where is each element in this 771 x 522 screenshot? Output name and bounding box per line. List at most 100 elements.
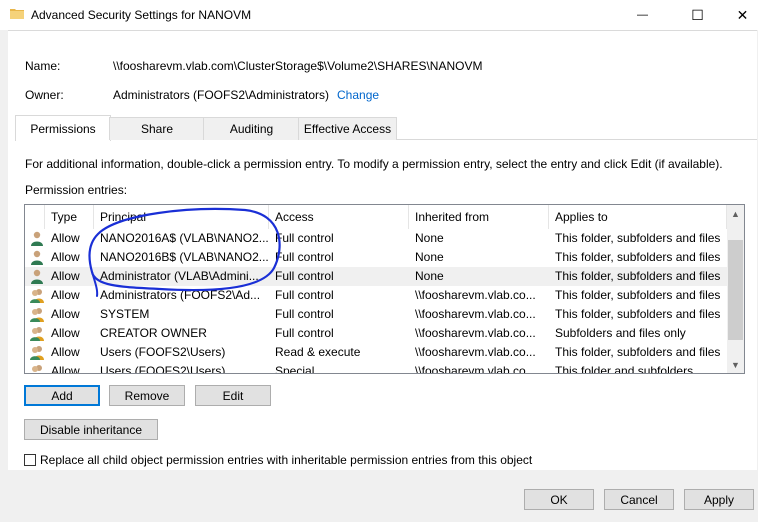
apply-button[interactable]: Apply bbox=[684, 489, 754, 510]
group-icon bbox=[32, 365, 42, 372]
tab-effective-access[interactable]: Effective Access bbox=[298, 117, 397, 140]
cell-access: Full control bbox=[275, 250, 334, 264]
tab-auditing[interactable]: Auditing bbox=[203, 117, 300, 140]
cell-access: Full control bbox=[275, 231, 334, 245]
disable-inheritance-button[interactable]: Disable inheritance bbox=[24, 419, 158, 440]
cell-inherited: None bbox=[415, 269, 444, 283]
cell-inherited: \\foosharevm.vlab.co... bbox=[415, 345, 536, 359]
window-title: Advanced Security Settings for NANOVM bbox=[31, 8, 252, 22]
scroll-up-icon[interactable]: ▲ bbox=[727, 205, 744, 222]
cell-type: Allow bbox=[51, 269, 80, 283]
table-row[interactable]: Allow NANO2016A$ (VLAB\NANO2... Full contr… bbox=[25, 229, 727, 248]
cell-principal: SYSTEM bbox=[100, 307, 150, 321]
name-label: Name: bbox=[25, 59, 61, 73]
permission-entries-list[interactable]: Type Principal Access Inherited from App… bbox=[24, 204, 745, 374]
background-window-edge bbox=[758, 0, 771, 522]
replace-child-permissions-label[interactable]: Replace all child object permission entr… bbox=[40, 453, 532, 467]
cell-applies: This folder and subfolders bbox=[555, 364, 694, 374]
dialog-footer: OK Cancel Apply bbox=[0, 470, 758, 522]
user-icon bbox=[31, 250, 43, 265]
group-icon bbox=[30, 327, 44, 341]
advanced-security-window: Advanced Security Settings for NANOVM — … bbox=[0, 0, 759, 522]
cell-access: Full control bbox=[275, 326, 334, 340]
cell-inherited: \\foosharevm.vlab.co... bbox=[415, 307, 536, 321]
cell-inherited: \\foosharevm.vlab.co... bbox=[415, 364, 536, 374]
tab-auditing-label: Auditing bbox=[229, 122, 274, 136]
cell-applies: This folder, subfolders and files bbox=[555, 307, 721, 321]
table-row[interactable]: Allow NANO2016B$ (VLAB\NANO2... Full contr… bbox=[25, 248, 727, 267]
tab-share[interactable]: Share bbox=[109, 117, 205, 140]
cell-applies: This folder, subfolders and files bbox=[555, 231, 721, 245]
cell-type: Allow bbox=[51, 326, 80, 340]
cell-type: Allow bbox=[51, 364, 80, 374]
cell-access: Full control bbox=[275, 307, 334, 321]
table-row[interactable]: Allow SYSTEM Full control \\foosharevm.vlab… bbox=[25, 305, 727, 324]
cell-type: Allow bbox=[51, 307, 80, 321]
cell-applies: This folder, subfolders and files bbox=[555, 250, 721, 264]
cell-inherited: None bbox=[415, 250, 444, 264]
ok-button[interactable]: OK bbox=[524, 489, 594, 510]
cell-type: Allow bbox=[51, 288, 80, 302]
table-row[interactable]: Allow Users (FOOFS2\Users) Read & execute \… bbox=[25, 343, 727, 362]
change-owner-link[interactable]: Change bbox=[337, 88, 379, 102]
tab-permissions-label: Permissions bbox=[30, 121, 96, 136]
table-row[interactable]: Allow Administrators (FOOFS2\Ad... Full co… bbox=[25, 286, 727, 305]
cell-principal: NANO2016A$ (VLAB\NANO2... bbox=[100, 231, 268, 245]
cell-inherited: \\foosharevm.vlab.co... bbox=[415, 326, 536, 340]
scrollbar-thumb[interactable] bbox=[728, 240, 743, 340]
list-header: Type Principal Access Inherited from App… bbox=[25, 205, 727, 229]
cell-access: Read & execute bbox=[275, 345, 361, 359]
maximize-button[interactable]: ☐ bbox=[675, 0, 720, 30]
cell-principal: Users (FOOFS2\Users) bbox=[100, 364, 226, 374]
edit-button[interactable]: Edit bbox=[195, 385, 271, 406]
cell-type: Allow bbox=[51, 250, 80, 264]
cell-principal: Users (FOOFS2\Users) bbox=[100, 345, 226, 359]
close-icon: ✕ bbox=[736, 6, 749, 23]
cell-applies: This folder, subfolders and files bbox=[555, 269, 721, 283]
header-icon-column bbox=[25, 205, 45, 229]
minimize-icon: — bbox=[637, 9, 648, 21]
cell-access: Full control bbox=[275, 288, 334, 302]
vertical-scrollbar[interactable]: ▲ ▼ bbox=[727, 205, 744, 373]
cell-type: Allow bbox=[51, 345, 80, 359]
group-icon bbox=[30, 289, 44, 303]
title-bar: Advanced Security Settings for NANOVM — … bbox=[0, 0, 758, 30]
tab-share-label: Share bbox=[140, 122, 174, 136]
column-header-principal[interactable]: Principal bbox=[94, 205, 269, 229]
cell-principal: Administrators (FOOFS2\Ad... bbox=[100, 288, 261, 302]
folder-icon bbox=[10, 9, 24, 19]
tab-permissions[interactable]: Permissions bbox=[15, 115, 111, 141]
cell-inherited: \\foosharevm.vlab.co... bbox=[415, 288, 536, 302]
owner-value: Administrators (FOOFS2\Administrators) bbox=[113, 88, 330, 102]
add-button[interactable]: Add bbox=[24, 385, 100, 406]
minimize-button[interactable]: — bbox=[620, 0, 665, 30]
permissions-description: For additional information, double-click… bbox=[25, 157, 723, 171]
table-row[interactable]: Allow CREATOR OWNER Full control \\fooshare… bbox=[25, 324, 727, 343]
cell-applies: This folder, subfolders and files bbox=[555, 288, 721, 302]
cell-type: Allow bbox=[51, 231, 80, 245]
cell-access: Special bbox=[275, 364, 315, 374]
owner-label: Owner: bbox=[25, 88, 64, 102]
column-header-applies-to[interactable]: Applies to bbox=[549, 205, 727, 229]
cell-principal: CREATOR OWNER bbox=[100, 326, 207, 340]
column-header-inherited-from[interactable]: Inherited from bbox=[409, 205, 549, 229]
cell-principal: NANO2016B$ (VLAB\NANO2... bbox=[100, 250, 268, 264]
remove-button[interactable]: Remove bbox=[109, 385, 185, 406]
replace-child-permissions-checkbox[interactable] bbox=[24, 454, 36, 466]
cell-applies: Subfolders and files only bbox=[555, 326, 686, 340]
tab-effective-access-label: Effective Access bbox=[303, 122, 392, 136]
cell-principal: Administrator (VLAB\Admini... bbox=[100, 269, 259, 283]
cell-access: Full control bbox=[275, 269, 334, 283]
user-icon bbox=[31, 231, 43, 246]
cell-applies: This folder, subfolders and files bbox=[555, 345, 721, 359]
scroll-down-icon[interactable]: ▼ bbox=[727, 356, 744, 373]
maximize-icon: ☐ bbox=[691, 6, 704, 23]
column-header-access[interactable]: Access bbox=[269, 205, 409, 229]
permission-entries-label: Permission entries: bbox=[25, 183, 128, 197]
name-value: \\foosharevm.vlab.com\ClusterStorage$\Vo… bbox=[113, 59, 483, 73]
group-icon bbox=[30, 308, 44, 322]
cancel-button[interactable]: Cancel bbox=[604, 489, 674, 510]
column-header-type[interactable]: Type bbox=[45, 205, 94, 229]
table-row[interactable]: Allow Users (FOOFS2\Users) Special \\foosha… bbox=[25, 362, 727, 374]
table-row[interactable]: Allow Administrator (VLAB\Admini... Full c… bbox=[25, 267, 727, 286]
